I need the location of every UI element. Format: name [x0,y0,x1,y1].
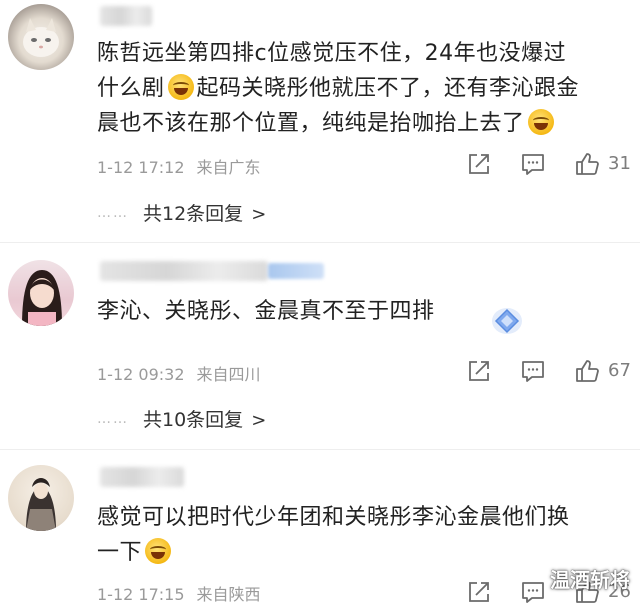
comment-meta: 1-12 17:15 来自陕西 [97,581,273,605]
comment-time: 1-12 09:32 [97,365,185,384]
username-blurred[interactable] [100,467,184,487]
comment-text: 陈哲远坐第四排c位感觉压不住，24年也没爆过 什么剧 起码关晓彤他就压不了，还有李… [97,36,632,141]
comment-text: 李沁、关晓彤、金晨真不至于四排 [97,294,632,329]
comment-text-segment: 什么剧 [97,76,165,101]
username-blurred[interactable] [100,261,268,281]
chevron-right-icon: > [251,410,267,431]
replies-label: 共12条回复 [143,203,244,225]
comment-item: 陈哲远坐第四排c位感觉压不住，24年也没爆过 什么剧 起码关晓彤他就压不了，还有李… [0,0,640,244]
comment-text-line: 陈哲远坐第四排c位感觉压不住，24年也没爆过 [97,41,567,66]
comment-icon[interactable] [520,579,546,605]
comment-icon[interactable] [520,151,546,177]
comment-actions: 67 [462,358,640,388]
comment-text-segment: 起码关晓彤他就压不了，还有李沁跟金 [196,76,580,101]
cat-avatar-image [23,18,59,57]
comment-location: 来自四川 [196,365,261,384]
divider [0,242,640,243]
comment-time: 1-12 17:15 [97,585,185,604]
share-icon[interactable] [466,151,492,177]
comment-text-line: 什么剧 起码关晓彤他就压不了，还有李沁跟金 [97,71,632,106]
comment-meta: 1-12 09:32 来自四川 [97,361,273,385]
laugh-cry-emoji-icon [145,538,172,564]
laugh-cry-emoji-icon [527,109,554,135]
username-blurred[interactable] [100,6,152,26]
member-badge-blurred [268,263,324,279]
illustrated-avatar-image [26,478,56,531]
diamond-badge-icon [492,308,522,334]
replies-link[interactable]: …… 共10条回复 > [97,405,266,435]
laugh-cry-emoji-icon [167,74,194,100]
comment-item: 感觉可以把时代少年团和关晓彤李沁金晨他们换 一下 1-12 17:15 来自陕西 … [0,451,640,604]
replies-link[interactable]: …… 共12条回复 > [97,199,266,229]
divider [0,449,640,450]
comment-text-line: 感觉可以把时代少年团和关晓彤李沁金晨他们换 [97,505,570,530]
comment-actions: 31 [462,151,640,181]
avatar[interactable] [8,260,74,326]
replies-label: 共10条回复 [143,409,244,431]
comment-item: 李沁、关晓彤、金晨真不至于四排 1-12 09:32 来自四川 67 …… 共10条… [0,244,640,450]
chevron-right-icon: > [251,204,267,225]
like-count: 67 [608,360,631,381]
share-icon[interactable] [466,579,492,605]
comment-text-line: 晨也不该在那个位置，纯纯是抬咖抬上去了 [97,106,632,141]
comment-time: 1-12 17:12 [97,158,185,177]
comment-meta: 1-12 17:12 来自广东 [97,154,273,178]
comment-text-segment: 一下 [97,540,143,565]
like-icon[interactable] [574,151,600,177]
comment-location: 来自陕西 [196,585,261,604]
comment-location: 来自广东 [196,158,261,177]
reply-dots: …… [97,411,129,427]
comment-icon[interactable] [520,358,546,384]
woman-avatar-image [22,270,62,326]
watermark: 温酒斩将 [550,568,630,592]
reply-dots: …… [97,205,129,221]
comment-text-segment: 晨也不该在那个位置，纯纯是抬咖抬上去了 [97,111,525,136]
like-count: 31 [608,153,631,174]
comment-text: 感觉可以把时代少年团和关晓彤李沁金晨他们换 一下 [97,500,632,570]
share-icon[interactable] [466,358,492,384]
comment-text-line: 李沁、关晓彤、金晨真不至于四排 [97,299,435,324]
like-icon[interactable] [574,358,600,384]
avatar[interactable] [8,4,74,70]
avatar[interactable] [8,465,74,531]
